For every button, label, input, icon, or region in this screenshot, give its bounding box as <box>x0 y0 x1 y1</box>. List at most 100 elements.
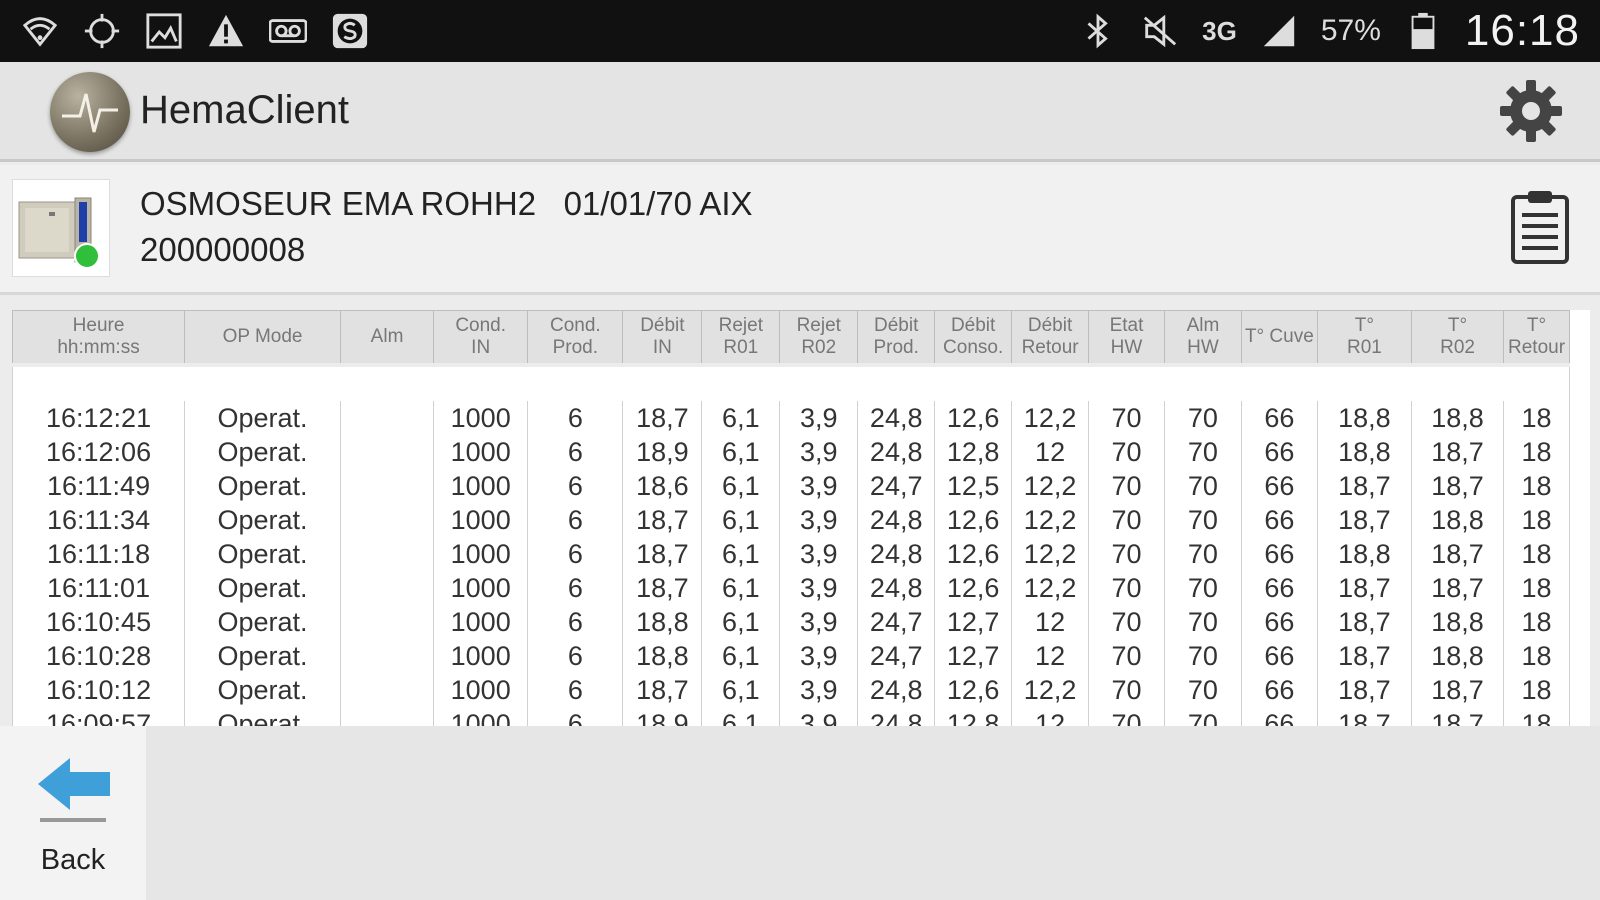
table-cell: 6 <box>527 401 624 435</box>
table-cell: 70 <box>1088 673 1165 707</box>
table-cell: 1000 <box>433 503 529 537</box>
table-cell: 16:11:18 <box>12 537 186 571</box>
table-cell: 12 <box>1011 435 1090 469</box>
device-machine-icon <box>12 179 110 277</box>
table-row[interactable]: 16:11:34 Operat. 1000 6 18,7 6,1 3,9 24,8 12,6 12… <box>12 503 1570 537</box>
table-cell: 3,9 <box>779 639 859 673</box>
table-cell: 18,7 <box>622 571 703 605</box>
table-cell: 18,8 <box>1410 605 1505 639</box>
table-cell: 66 <box>1240 639 1318 673</box>
table-cell: 6 <box>527 673 624 707</box>
bottom-panel: Back <box>0 726 1600 900</box>
table-cell <box>339 537 435 571</box>
table-cell: 24,8 <box>857 707 936 726</box>
column-header: Heure hh:mm:ss <box>12 310 186 366</box>
table-cell: 3,9 <box>779 435 859 469</box>
table-cell: 3,9 <box>779 605 859 639</box>
table-cell: 18,7 <box>1410 469 1505 503</box>
table-cell: Operat. <box>184 605 341 639</box>
table-cell: 18,7 <box>1410 435 1505 469</box>
back-button[interactable]: Back <box>0 726 146 900</box>
back-arrow-icon <box>38 758 110 810</box>
column-header: Alm HW <box>1163 310 1242 366</box>
column-header: Débit IN <box>622 310 703 366</box>
history-table-container[interactable]: Heure hh:mm:ss OP Mode Alm Cond. IN Cond. Pr… <box>12 310 1590 726</box>
table-cell: 1000 <box>433 469 529 503</box>
table-cell: 3,9 <box>779 707 859 726</box>
table-cell: 66 <box>1240 435 1318 469</box>
table-cell: 12 <box>1011 639 1090 673</box>
column-header: Etat HW <box>1088 310 1165 366</box>
table-cell: 18,8 <box>1410 503 1505 537</box>
table-cell <box>339 435 435 469</box>
table-cell: 6,1 <box>701 469 781 503</box>
table-cell: 70 <box>1163 435 1242 469</box>
table-cell: 70 <box>1163 537 1242 571</box>
table-cell: 66 <box>1240 605 1318 639</box>
table-cell: 12,6 <box>934 673 1013 707</box>
table-row[interactable]: 16:12:06 Operat. 1000 6 18,9 6,1 3,9 24,8 12,8 12… <box>12 435 1570 469</box>
table-cell: Operat. <box>184 571 341 605</box>
table-cell: 70 <box>1163 503 1242 537</box>
table-cell: 1000 <box>433 435 529 469</box>
back-label: Back <box>40 844 106 876</box>
table-row[interactable]: 16:11:49 Operat. 1000 6 18,6 6,1 3,9 24,7 12,5 12… <box>12 469 1570 503</box>
table-cell: 24,7 <box>857 469 936 503</box>
table-cell <box>339 503 435 537</box>
table-cell: 18,7 <box>1410 571 1505 605</box>
table-cell: 18 <box>1503 639 1570 673</box>
column-header: T° R02 <box>1410 310 1505 366</box>
table-row[interactable]: 16:10:12 Operat. 1000 6 18,7 6,1 3,9 24,8 12,6 12… <box>12 673 1570 707</box>
table-cell: 18,7 <box>1316 605 1412 639</box>
status-clock: 16:18 <box>1464 6 1580 55</box>
table-row[interactable]: 16:10:28 Operat. 1000 6 18,8 6,1 3,9 24,7 12,7 12… <box>12 639 1570 673</box>
table-cell: 18,9 <box>622 435 703 469</box>
image-icon <box>144 11 184 51</box>
table-cell: 6 <box>527 707 624 726</box>
table-cell <box>339 571 435 605</box>
table-cell: 6,1 <box>701 571 781 605</box>
table-cell: 6 <box>527 435 624 469</box>
table-cell: 18 <box>1503 707 1570 726</box>
column-header: Débit Prod. <box>857 310 936 366</box>
history-table: Heure hh:mm:ss OP Mode Alm Cond. IN Cond. Pr… <box>12 310 1570 726</box>
table-cell <box>339 639 435 673</box>
table-cell: 18,7 <box>1410 707 1505 726</box>
table-cell: 70 <box>1163 673 1242 707</box>
battery-icon <box>1403 11 1443 51</box>
table-cell: 12,6 <box>934 537 1013 571</box>
table-cell <box>339 707 435 726</box>
table-cell: 24,8 <box>857 503 936 537</box>
table-cell: 66 <box>1240 503 1318 537</box>
table-cell: Operat. <box>184 503 341 537</box>
table-cell: 18,7 <box>1316 571 1412 605</box>
table-row[interactable]: 16:10:45 Operat. 1000 6 18,8 6,1 3,9 24,7 12,7 12… <box>12 605 1570 639</box>
action-bar: HemaClient <box>0 62 1600 162</box>
table-cell: 70 <box>1163 707 1242 726</box>
table-row[interactable]: 16:11:01 Operat. 1000 6 18,7 6,1 3,9 24,8 12,6 12… <box>12 571 1570 605</box>
warning-icon <box>206 11 246 51</box>
column-header: Alm <box>339 310 435 366</box>
table-cell: 70 <box>1088 401 1165 435</box>
status-bar: 3G 57% 16:18 <box>0 0 1600 62</box>
table-cell: 18 <box>1503 605 1570 639</box>
settings-button[interactable] <box>1498 78 1564 144</box>
table-cell: 1000 <box>433 707 529 726</box>
table-cell: 6,1 <box>701 435 781 469</box>
table-row[interactable]: 16:12:21 Operat. 1000 6 18,7 6,1 3,9 24,8 12,6 12… <box>12 401 1570 435</box>
table-cell: 70 <box>1163 605 1242 639</box>
table-cell: Operat. <box>184 401 341 435</box>
table-cell: 6 <box>527 605 624 639</box>
app-logo-icon[interactable] <box>50 72 130 152</box>
table-cell: 70 <box>1088 435 1165 469</box>
column-header: OP Mode <box>184 310 341 366</box>
table-cell: 12 <box>1011 707 1090 726</box>
table-cell: Operat. <box>184 639 341 673</box>
table-row[interactable]: 16:11:18 Operat. 1000 6 18,7 6,1 3,9 24,8 12,6 12… <box>12 537 1570 571</box>
table-row[interactable]: 16:09:57 Operat. 1000 6 18,9 6,1 3,9 24,8 12,8 12… <box>12 707 1570 726</box>
table-cell: 6,1 <box>701 537 781 571</box>
table-cell: 24,8 <box>857 435 936 469</box>
voicemail-icon <box>268 11 308 51</box>
report-button[interactable] <box>1510 189 1570 265</box>
table-cell: 12 <box>1011 605 1090 639</box>
